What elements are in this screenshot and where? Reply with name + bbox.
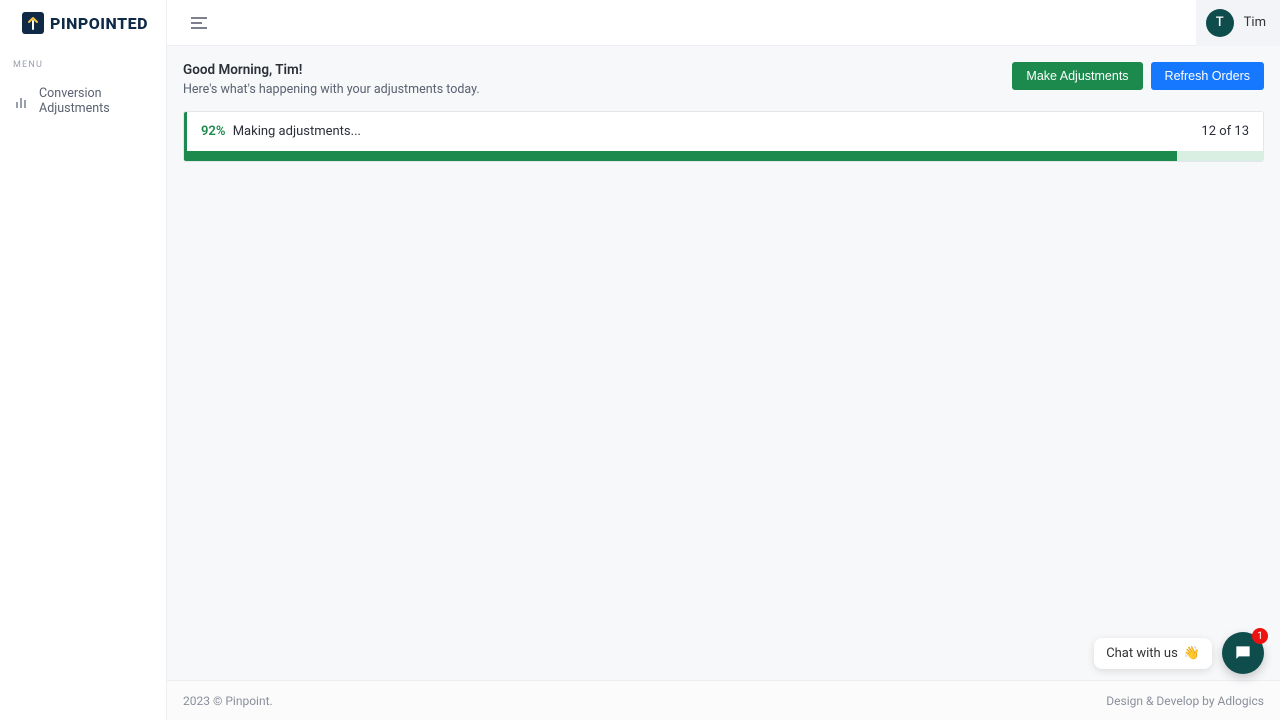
page-actions: Make Adjustments Refresh Orders	[1012, 62, 1264, 90]
refresh-orders-button[interactable]: Refresh Orders	[1151, 62, 1264, 90]
progress-count: 12 of 13	[1201, 124, 1249, 139]
menu-toggle-button[interactable]	[185, 9, 213, 37]
brand-logo[interactable]: PINPOINTED	[0, 0, 166, 46]
brand-logo-text: PINPOINTED	[50, 14, 148, 33]
page-header: Good Morning, Tim! Here's what's happeni…	[183, 62, 1264, 97]
footer-credit: Design & Develop by Adlogics	[1106, 694, 1264, 708]
user-menu[interactable]: T Tim	[1196, 0, 1280, 46]
make-adjustments-button[interactable]: Make Adjustments	[1012, 62, 1142, 90]
brand-logo-mark	[22, 12, 44, 34]
main-content: Good Morning, Tim! Here's what's happeni…	[167, 46, 1280, 680]
page-greeting: Good Morning, Tim!	[183, 62, 480, 78]
progress-status: 92% Making adjustments...	[201, 124, 361, 139]
user-avatar: T	[1206, 9, 1234, 37]
sidebar-item-conversion-adjustments[interactable]: Conversion Adjustments	[0, 78, 166, 124]
footer: 2023 © Pinpoint. Design & Develop by Adl…	[167, 680, 1280, 720]
topbar: T Tim	[167, 0, 1280, 46]
sidebar: PINPOINTED MENU Conversion Adjustments	[0, 0, 167, 720]
progress-bar-fill	[184, 151, 1177, 161]
page-subtitle: Here's what's happening with your adjust…	[183, 82, 480, 97]
footer-copyright: 2023 © Pinpoint.	[183, 694, 273, 708]
footer-credit-prefix: Design & Develop by	[1106, 694, 1217, 708]
chat-widget: Chat with us 👋 1	[1094, 632, 1264, 674]
bar-chart-icon	[16, 94, 29, 108]
user-name: Tim	[1244, 15, 1266, 30]
chat-button[interactable]: 1	[1222, 632, 1264, 674]
menu-icon	[191, 17, 207, 29]
chat-icon	[1233, 643, 1253, 663]
chat-badge: 1	[1252, 628, 1268, 644]
wave-emoji-icon: 👋	[1184, 646, 1200, 661]
progress-percent: 92%	[201, 124, 225, 139]
progress-card: 92% Making adjustments... 12 of 13	[183, 111, 1264, 162]
chat-pill[interactable]: Chat with us 👋	[1094, 638, 1212, 669]
progress-bar	[184, 151, 1263, 161]
sidebar-item-label: Conversion Adjustments	[39, 86, 166, 116]
chat-pill-text: Chat with us	[1106, 646, 1178, 661]
progress-header: 92% Making adjustments... 12 of 13	[184, 112, 1263, 151]
page-header-text: Good Morning, Tim! Here's what's happeni…	[183, 62, 480, 97]
footer-credit-link[interactable]: Adlogics	[1218, 694, 1265, 708]
progress-status-label: Making adjustments...	[233, 124, 361, 139]
sidebar-section-label: MENU	[0, 46, 166, 78]
